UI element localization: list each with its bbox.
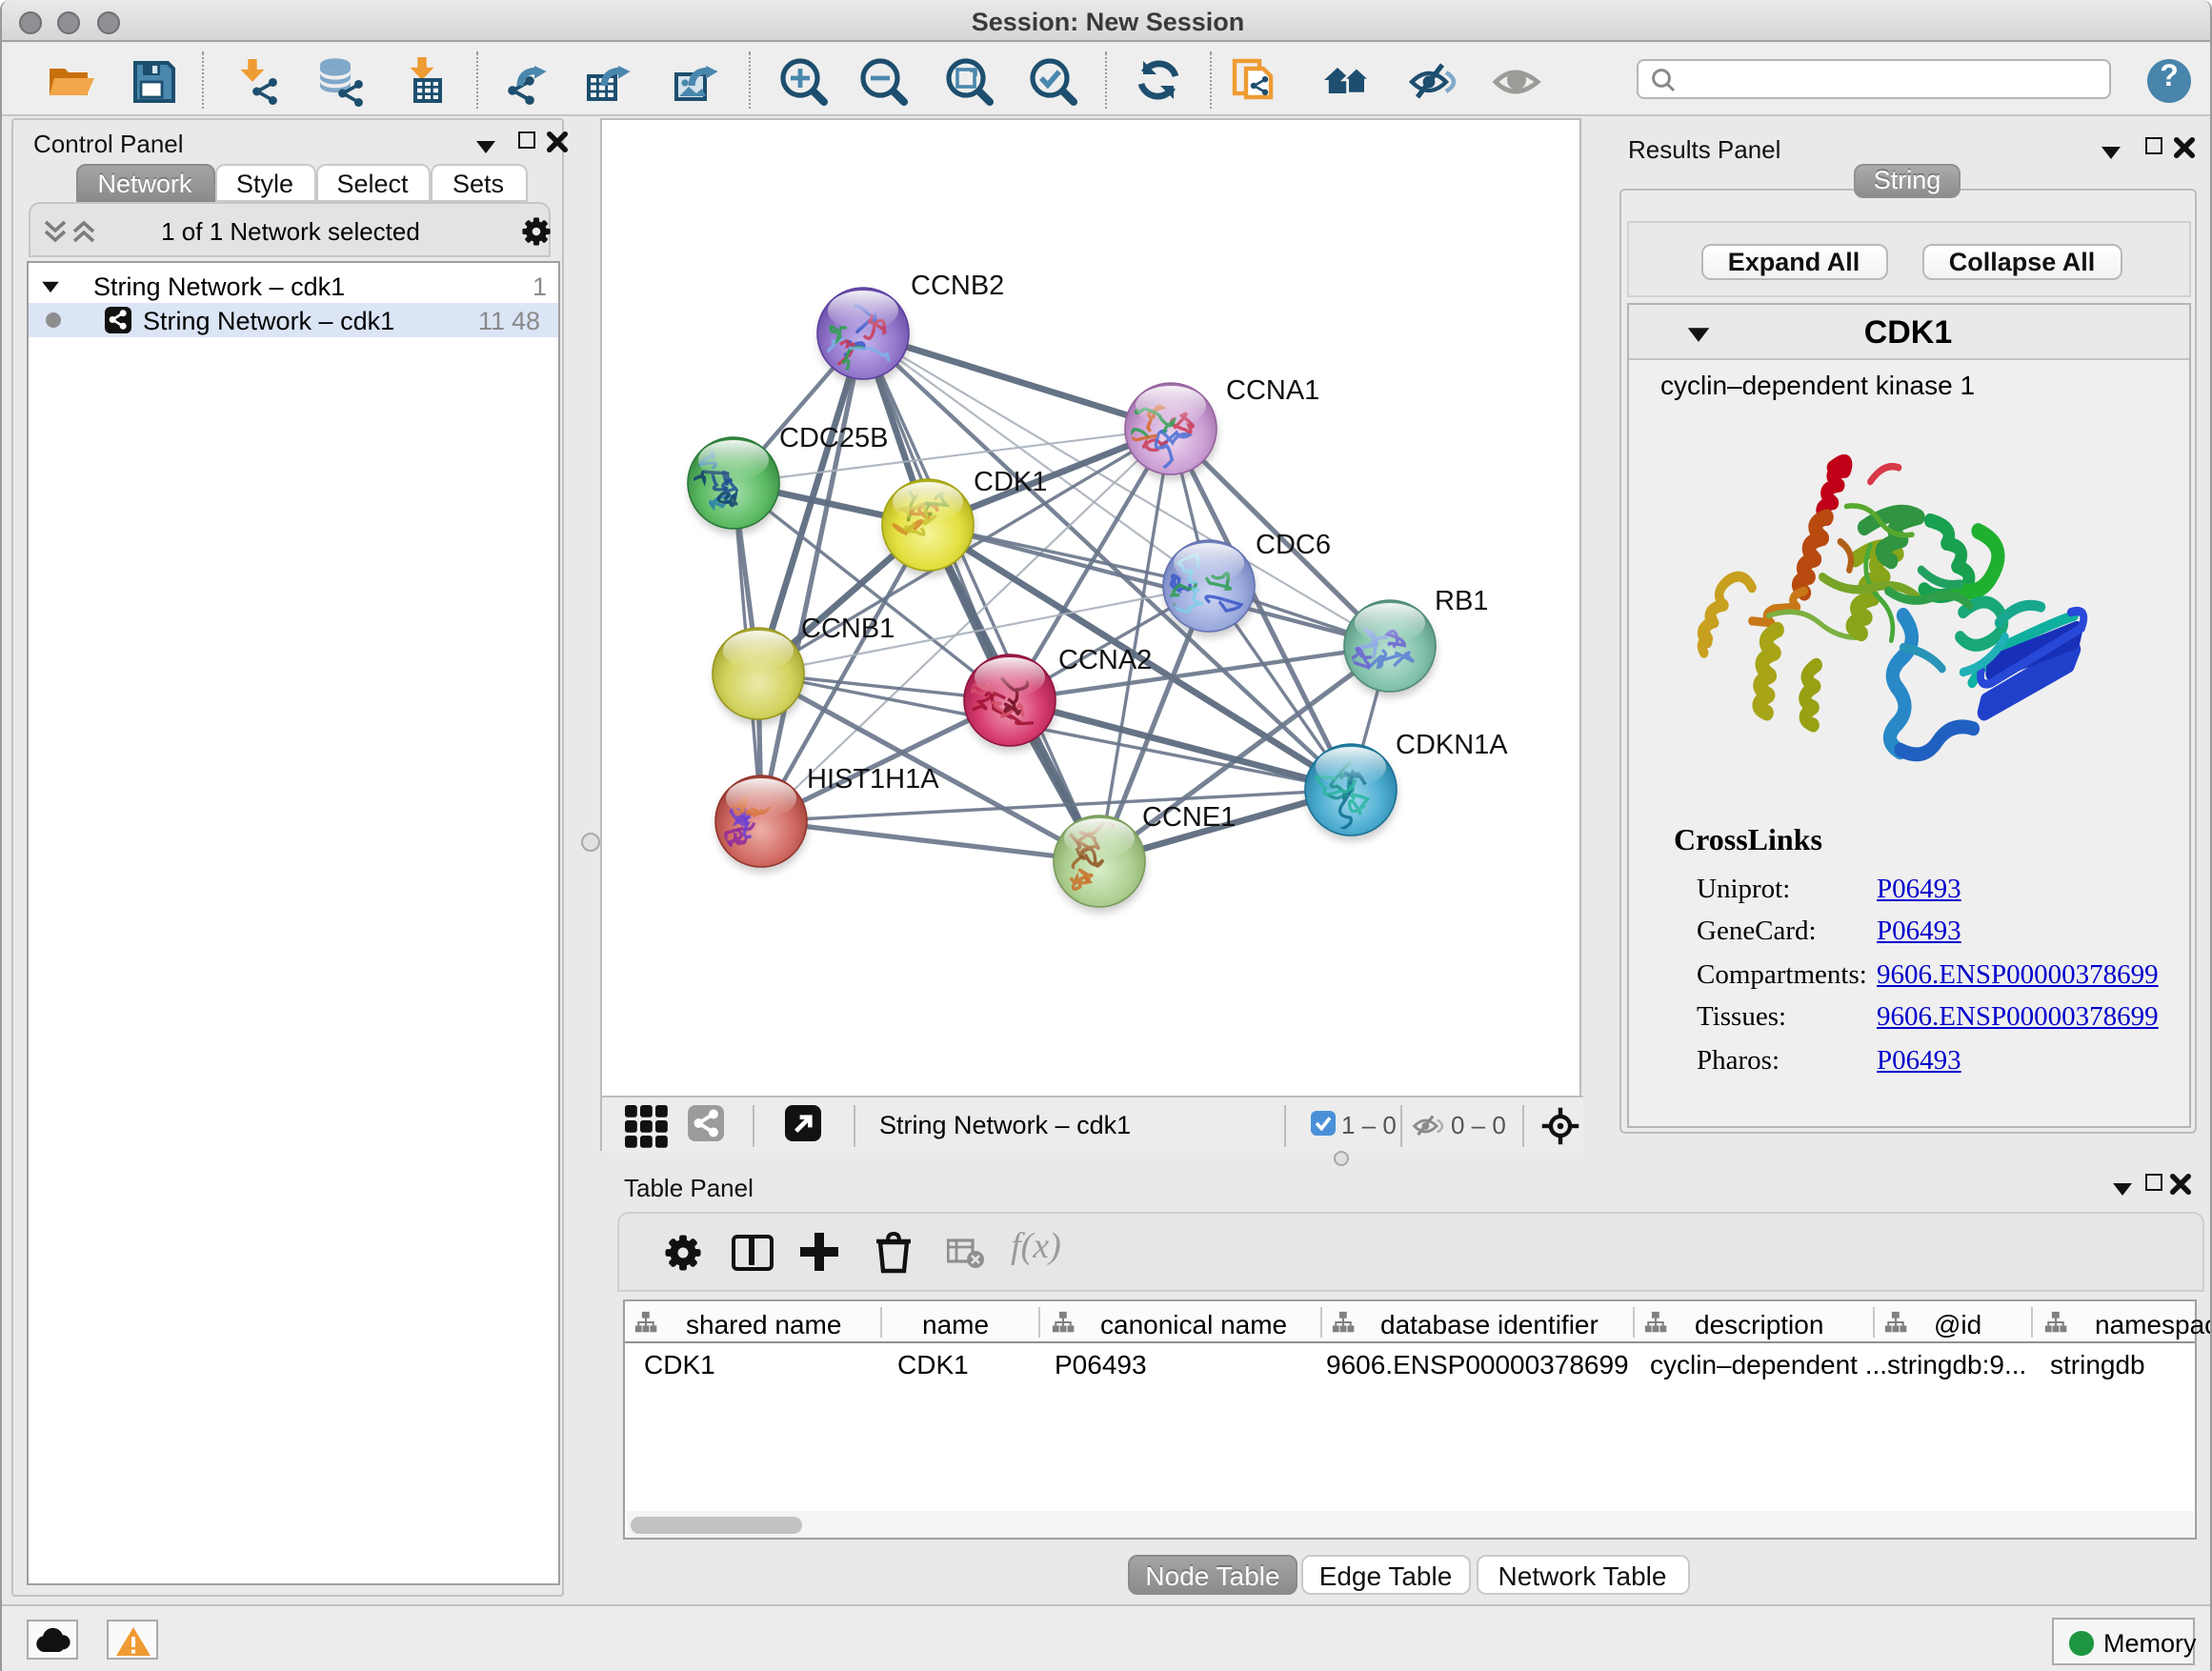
svg-text:CCNE1: CCNE1 bbox=[1142, 801, 1236, 832]
svg-text:HIST1H1A: HIST1H1A bbox=[807, 763, 939, 794]
svg-text:CDKN1A: CDKN1A bbox=[1396, 729, 1508, 759]
svg-text:CDK1: CDK1 bbox=[974, 466, 1047, 496]
svg-text:CDC25B: CDC25B bbox=[779, 422, 888, 453]
svg-text:CCNB2: CCNB2 bbox=[911, 270, 1004, 300]
svg-text:CCNB1: CCNB1 bbox=[801, 613, 895, 643]
svg-text:CCNA1: CCNA1 bbox=[1226, 374, 1319, 405]
svg-text:CDC6: CDC6 bbox=[1256, 529, 1331, 559]
svg-text:CCNA2: CCNA2 bbox=[1058, 644, 1152, 674]
svg-text:RB1: RB1 bbox=[1435, 585, 1488, 615]
